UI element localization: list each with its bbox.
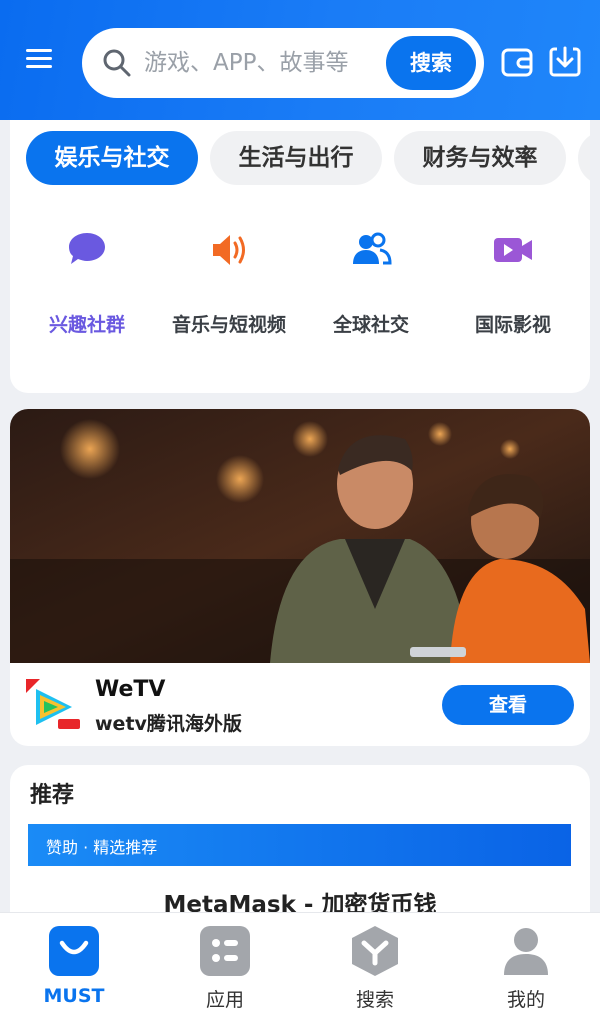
featured-banner-card: WeTV wetv腾讯海外版 查看 <box>10 409 590 746</box>
category-intl-film[interactable]: 国际影视 <box>443 228 583 337</box>
tab-entertainment-social[interactable]: 娱乐与社交 <box>26 131 198 185</box>
wetv-logo[interactable] <box>24 677 84 737</box>
sponsor-banner[interactable]: 赞助 · 精选推荐 <box>28 824 571 866</box>
category-label: 全球社交 <box>332 314 409 336</box>
nav-search[interactable]: 搜索 <box>315 925 435 1012</box>
featured-app-subtitle: wetv腾讯海外版 <box>95 713 242 735</box>
tab-life-travel[interactable]: 生活与出行 <box>210 131 382 185</box>
featured-app-name: WeTV <box>95 677 166 702</box>
category-label: 音乐与短视频 <box>171 314 286 336</box>
nav-apps[interactable]: 应用 <box>165 925 285 1012</box>
chat-bubble-icon <box>69 233 105 264</box>
sponsor-label: 赞助 · 精选推荐 <box>46 838 158 857</box>
nav-profile[interactable]: 我的 <box>466 925 586 1012</box>
search-icon <box>103 49 131 77</box>
featured-banner-image[interactable] <box>10 409 590 663</box>
category-label: 国际影视 <box>474 314 551 336</box>
must-bag-icon <box>49 926 99 976</box>
video-camera-icon <box>494 238 532 262</box>
nav-label: 应用 <box>205 989 244 1011</box>
category-label: 兴趣社群 <box>48 314 125 336</box>
search-box[interactable]: 搜索 <box>82 28 484 98</box>
wallet-icon[interactable] <box>500 45 534 79</box>
search-button[interactable]: 搜索 <box>386 36 476 90</box>
category-tabs: 娱乐与社交 生活与出行 财务与效率 <box>26 131 590 185</box>
category-music-video[interactable]: 音乐与短视频 <box>159 228 299 337</box>
view-button[interactable]: 查看 <box>442 685 574 725</box>
menu-icon[interactable] <box>22 44 62 80</box>
category-interest-groups[interactable]: 兴趣社群 <box>17 228 157 337</box>
bottom-navigation: MUST 应用 搜索 我的 <box>0 912 600 1024</box>
top-header: 搜索 <box>0 0 600 120</box>
nav-must[interactable]: MUST <box>14 925 134 1007</box>
tab-finance-efficiency[interactable]: 财务与效率 <box>394 131 566 185</box>
nav-label: 搜索 <box>355 989 394 1011</box>
recommend-title: 推荐 <box>30 783 75 808</box>
speaker-icon <box>213 235 245 265</box>
nav-label: 我的 <box>506 989 545 1011</box>
tab-more-partial[interactable] <box>578 131 590 185</box>
nav-label: MUST <box>43 985 105 1007</box>
profile-icon <box>504 928 548 975</box>
download-icon[interactable] <box>548 45 582 79</box>
category-card: 娱乐与社交 生活与出行 财务与效率 兴趣社群 音乐与短视频 全球社交 国际影视 <box>10 120 590 393</box>
users-icon <box>353 232 392 265</box>
search-input[interactable] <box>144 43 374 83</box>
category-global-social[interactable]: 全球社交 <box>301 228 441 337</box>
apps-grid-icon <box>200 926 250 976</box>
search-hex-icon <box>352 926 398 976</box>
